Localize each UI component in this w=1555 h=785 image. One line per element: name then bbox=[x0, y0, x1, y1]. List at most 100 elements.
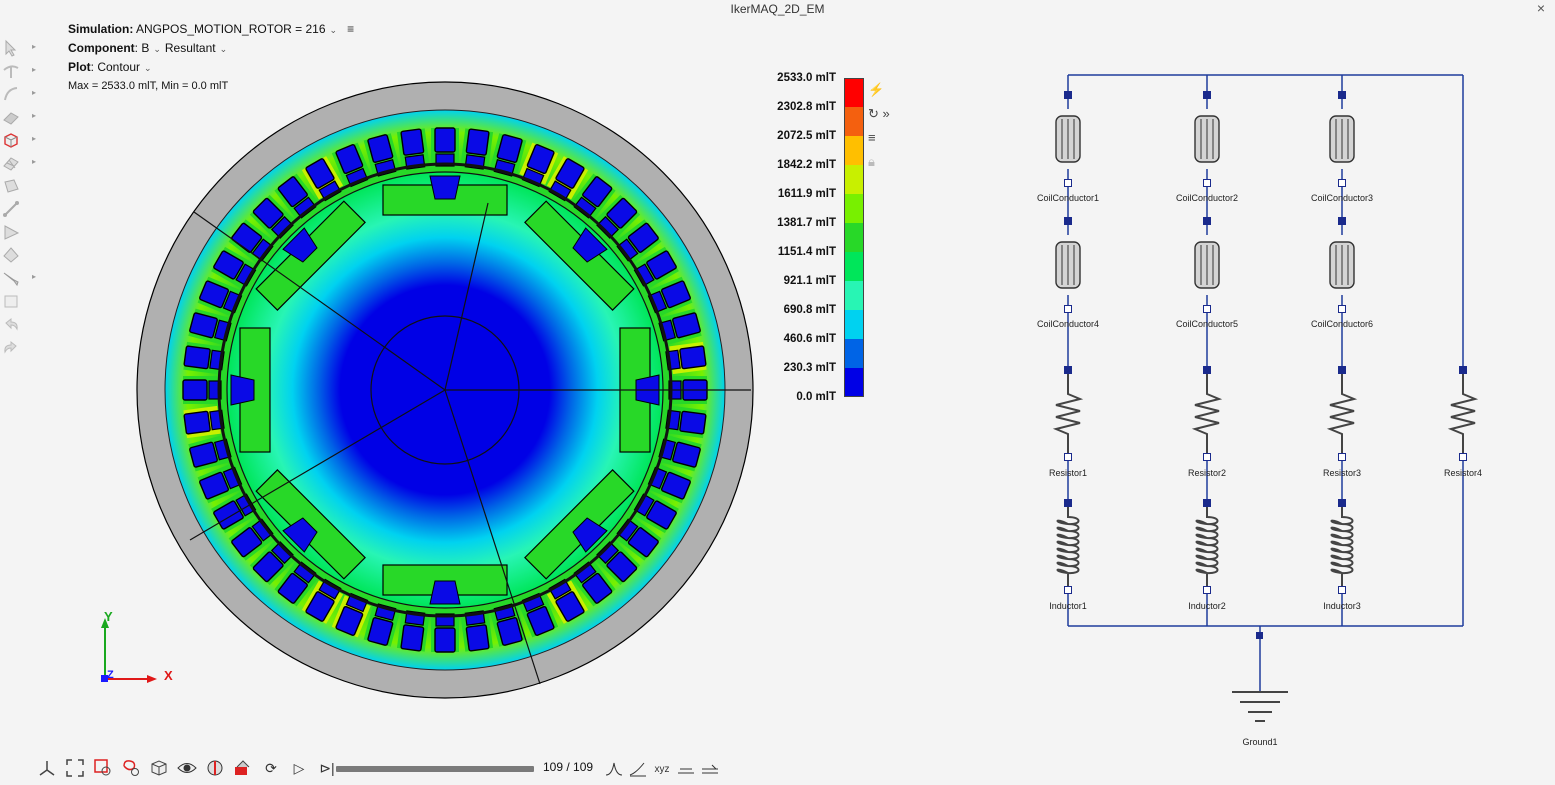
legend-color-band bbox=[844, 310, 864, 339]
animation-icon[interactable] bbox=[232, 757, 254, 779]
legend-color-band bbox=[844, 252, 864, 281]
component-row[interactable]: Component: B ⌄ Resultant ⌄ bbox=[68, 39, 354, 58]
inductor-label: Inductor3 bbox=[1323, 601, 1361, 611]
play-icon[interactable]: ▷ bbox=[288, 757, 310, 779]
triad-y-label: Y bbox=[104, 609, 113, 624]
legend-label: 2533.0 mlT bbox=[777, 72, 836, 84]
chevron-down-icon[interactable]: ⌄ bbox=[330, 25, 338, 35]
redo-icon[interactable] bbox=[2, 335, 32, 358]
legend-color-band bbox=[844, 368, 864, 397]
circuit-diagram[interactable]: Ground1 CoilConductor1 CoilConductor2 Co… bbox=[1025, 60, 1525, 760]
contour-legend: 2533.0 mlT 2302.8 mlT 2072.5 mlT 1842.2 … bbox=[760, 70, 870, 410]
stator-slot bbox=[182, 376, 222, 404]
surface-icon[interactable]: ▸ bbox=[2, 105, 36, 128]
resistor-label: Resistor4 bbox=[1444, 468, 1482, 478]
resistor bbox=[1052, 374, 1084, 454]
zoom-lasso-icon[interactable] bbox=[120, 757, 142, 779]
resistor bbox=[1326, 374, 1358, 454]
legend-color-band bbox=[844, 194, 864, 223]
loop-icon[interactable]: ⟳ bbox=[260, 757, 282, 779]
triangle-icon[interactable] bbox=[2, 220, 32, 243]
component-sub-value: Resultant bbox=[164, 41, 216, 55]
circuit-node bbox=[1338, 179, 1346, 187]
coordinate-triad: Y X Z bbox=[101, 609, 173, 683]
legend-label: 1381.7 mlT bbox=[777, 217, 836, 229]
solid-cube-icon[interactable]: ▸ bbox=[2, 128, 36, 151]
circuit-node bbox=[1338, 305, 1346, 313]
motor-contour-plot[interactable] bbox=[120, 70, 770, 720]
curve-fit-icon[interactable] bbox=[628, 758, 648, 780]
legend-tools: ⚡ ↻ » ≡ 🔒︎ bbox=[868, 82, 908, 178]
ground-node bbox=[1256, 632, 1263, 639]
simulation-label: Simulation: bbox=[68, 22, 134, 36]
section-cut-icon[interactable] bbox=[204, 757, 226, 779]
close-button[interactable]: × bbox=[1537, 0, 1545, 16]
curve-icon[interactable]: ▸ bbox=[2, 59, 36, 82]
legend-label: 1842.2 mlT bbox=[777, 159, 836, 171]
inductor-label: Inductor2 bbox=[1188, 601, 1226, 611]
circuit-node bbox=[1338, 366, 1346, 374]
fit-view-icon[interactable] bbox=[64, 757, 86, 779]
box-icon[interactable] bbox=[2, 289, 32, 312]
circuit-node bbox=[1203, 366, 1211, 374]
legend-color-band bbox=[844, 223, 864, 252]
legend-label: 2302.8 mlT bbox=[777, 101, 836, 113]
component-value: B bbox=[141, 41, 150, 55]
menu-icon[interactable]: ≡ bbox=[347, 22, 354, 36]
circuit-node bbox=[1064, 499, 1072, 507]
coil-label: CoilConductor4 bbox=[1037, 319, 1099, 329]
circuit-node bbox=[1459, 366, 1467, 374]
circuit-node bbox=[1203, 179, 1211, 187]
resistor-label: Resistor1 bbox=[1049, 468, 1087, 478]
circuit-node bbox=[1338, 499, 1346, 507]
circuit-node bbox=[1203, 499, 1211, 507]
coil-label: CoilConductor1 bbox=[1037, 193, 1099, 203]
lightning-icon[interactable]: ⚡ bbox=[868, 82, 908, 106]
lock-icon[interactable]: 🔒︎ bbox=[868, 154, 908, 178]
coil-conductor bbox=[1194, 235, 1220, 295]
inductor-label: Inductor1 bbox=[1049, 601, 1087, 611]
plot-label: Plot bbox=[68, 60, 91, 74]
legend-color-band bbox=[844, 281, 864, 310]
legend-color-band bbox=[844, 136, 864, 165]
legend-color-band bbox=[844, 107, 864, 136]
coil-label: CoilConductor2 bbox=[1176, 193, 1238, 203]
curve-plot-icon[interactable] bbox=[604, 758, 624, 780]
legend-label: 921.1 mlT bbox=[783, 275, 836, 287]
resistor bbox=[1191, 374, 1223, 454]
cube-view-icon[interactable] bbox=[148, 757, 170, 779]
menu-icon[interactable]: ≡ bbox=[868, 130, 908, 154]
skip-end-icon[interactable]: ⊳| bbox=[316, 757, 338, 779]
resistor-label: Resistor3 bbox=[1323, 468, 1361, 478]
select-arrow-icon[interactable]: ▸ bbox=[2, 36, 36, 59]
stator-slot bbox=[431, 127, 459, 167]
arc-icon[interactable]: ▸ bbox=[2, 82, 36, 105]
circuit-node bbox=[1203, 91, 1211, 99]
legend-label: 0.0 mlT bbox=[796, 391, 836, 403]
xyz-icon[interactable]: xyz bbox=[652, 758, 672, 780]
bottom-toolbar: ⟳ ▷ ⊳| bbox=[36, 754, 338, 782]
solid-icon[interactable] bbox=[2, 243, 32, 266]
circuit-node bbox=[1338, 586, 1346, 594]
frame-counter: 109 / 109 bbox=[543, 760, 594, 774]
mesh-icon[interactable]: ▸ bbox=[2, 151, 36, 174]
undo-icon[interactable] bbox=[2, 312, 32, 335]
cut-line-icon[interactable] bbox=[700, 758, 720, 780]
line-tool-icon[interactable] bbox=[676, 758, 696, 780]
simulation-row[interactable]: Simulation: ANGPOS_MOTION_ROTOR = 216 ⌄ ≡ bbox=[68, 20, 354, 39]
zoom-box-icon[interactable] bbox=[92, 757, 114, 779]
stator-slot bbox=[431, 613, 459, 653]
shell-icon[interactable] bbox=[2, 174, 32, 197]
animation-slider[interactable] bbox=[336, 766, 534, 772]
legend-label: 690.8 mlT bbox=[783, 304, 836, 316]
edge-icon[interactable] bbox=[2, 197, 32, 220]
coil-conductor bbox=[1055, 235, 1081, 295]
chevron-down-icon[interactable]: ⌄ bbox=[220, 44, 228, 54]
eye-icon[interactable] bbox=[176, 757, 198, 779]
triad-z-label: Z bbox=[107, 669, 114, 681]
rotate-icon[interactable]: ↻ » bbox=[868, 106, 908, 130]
chevron-down-icon[interactable]: ⌄ bbox=[153, 44, 161, 54]
axis-icon[interactable] bbox=[36, 757, 58, 779]
probe-icon[interactable]: ▸ bbox=[2, 266, 36, 289]
legend-color-band bbox=[844, 165, 864, 194]
